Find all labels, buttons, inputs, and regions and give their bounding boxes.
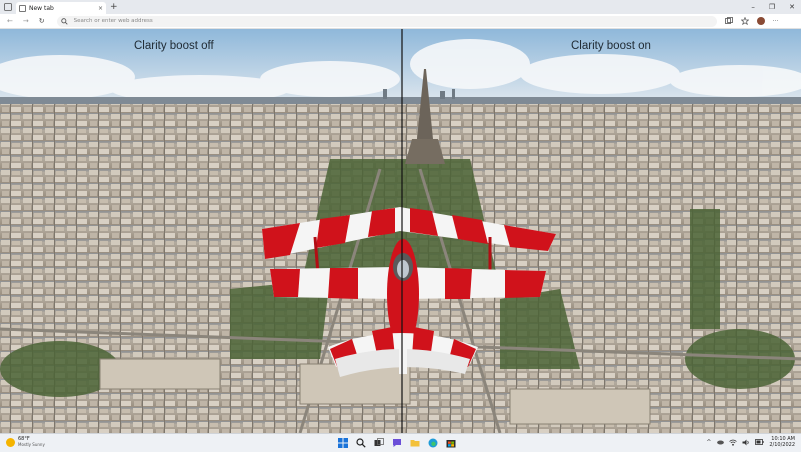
edge-icon[interactable] [427, 437, 438, 448]
tab-new-tab[interactable]: New tab × [16, 2, 106, 14]
sun-icon [6, 437, 15, 447]
windows-start-icon[interactable] [337, 437, 348, 448]
weather-condition: Mostly Sunny [18, 442, 45, 447]
forward-button[interactable]: → [23, 17, 29, 25]
windows-taskbar: 68°F Mostly Sunny ^ 10:10 AM 2/10/2022 [0, 433, 801, 452]
back-button[interactable]: ← [7, 17, 13, 25]
chat-icon[interactable] [391, 437, 402, 448]
left-label: Clarity boost off [134, 40, 214, 52]
pinned-apps [337, 437, 456, 448]
tab-actions-icon[interactable] [0, 0, 16, 14]
more-menu-icon[interactable]: ··· [773, 18, 779, 25]
favorites-icon[interactable] [740, 17, 749, 25]
battery-icon[interactable] [755, 439, 764, 445]
search-icon [60, 17, 68, 25]
omnibox[interactable] [56, 15, 717, 27]
window-controls: – ❐ ✕ [751, 0, 795, 14]
tab-title: New tab [29, 4, 54, 12]
refresh-button[interactable]: ↻ [39, 17, 45, 25]
address-bar: ← → ↻ ··· [0, 14, 801, 29]
distant-skyline [0, 97, 801, 105]
profile-avatar[interactable] [756, 17, 765, 25]
clarity-comparison-image: Clarity boost off Clarity boost on [0, 29, 801, 433]
close-button[interactable]: ✕ [789, 3, 795, 11]
tray-overflow-icon[interactable]: ^ [706, 439, 711, 446]
browser-titlebar: New tab × + – ❐ ✕ [0, 0, 801, 14]
tab-close-icon[interactable]: × [98, 5, 103, 12]
volume-icon[interactable] [742, 439, 750, 446]
right-label: Clarity boost on [571, 40, 651, 52]
task-view-icon[interactable] [373, 437, 384, 448]
store-icon[interactable] [445, 437, 456, 448]
clock-date: 2/10/2022 [769, 442, 795, 448]
onedrive-icon[interactable] [716, 439, 725, 445]
collections-icon[interactable] [724, 17, 733, 25]
file-explorer-icon[interactable] [409, 437, 420, 448]
minimize-button[interactable]: – [751, 3, 755, 11]
weather-widget[interactable]: 68°F Mostly Sunny [6, 436, 45, 448]
system-tray: ^ 10:10 AM 2/10/2022 [706, 436, 795, 448]
new-tab-button[interactable]: + [110, 2, 118, 12]
toolbar-icons: ··· [724, 17, 779, 25]
search-icon[interactable] [355, 437, 366, 448]
clock[interactable]: 10:10 AM 2/10/2022 [769, 436, 795, 448]
tab-favicon-icon [19, 4, 26, 12]
address-input[interactable] [71, 17, 696, 25]
wifi-icon[interactable] [729, 439, 738, 446]
maximize-button[interactable]: ❐ [769, 3, 775, 11]
nav-buttons: ← → ↻ [0, 17, 45, 25]
